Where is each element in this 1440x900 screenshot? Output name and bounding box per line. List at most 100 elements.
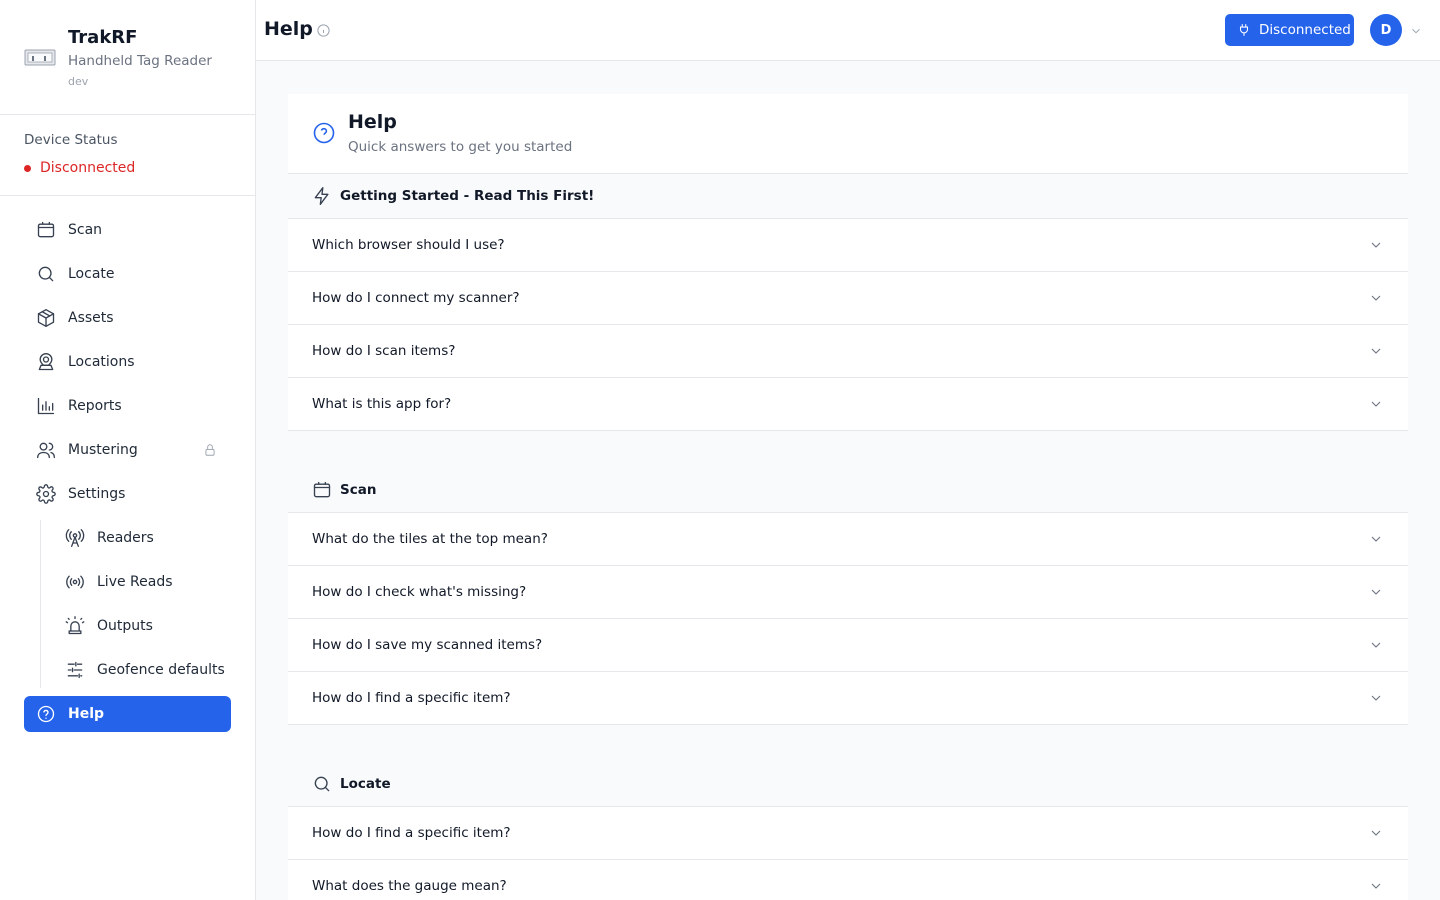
brand: TrakRF Handheld Tag Reader dev <box>0 0 255 115</box>
map-pin-icon <box>36 352 56 372</box>
search-icon <box>36 264 56 284</box>
nav-item-reports[interactable]: Reports <box>24 388 231 424</box>
faq-item[interactable]: How do I find a specific item? <box>288 807 1408 860</box>
nav-item-label: Scan <box>68 222 103 238</box>
section-header-scan: Scan <box>288 468 1408 513</box>
faq-question: How do I find a specific item? <box>312 825 511 841</box>
nav-item-label: Settings <box>68 486 126 502</box>
page-title: Help <box>264 18 313 40</box>
search-icon <box>312 774 332 794</box>
app-logo-icon <box>24 46 56 70</box>
sidebar: TrakRF Handheld Tag Reader dev Device St… <box>0 0 256 900</box>
chevron-down-icon <box>1368 637 1384 653</box>
faq-item[interactable]: How do I connect my scanner? <box>288 272 1408 325</box>
chevron-down-icon <box>1368 396 1384 412</box>
faq-question: What do the tiles at the top mean? <box>312 531 548 547</box>
nav-item-outputs[interactable]: Outputs <box>24 608 231 644</box>
section-header-locate: Locate <box>288 762 1408 807</box>
nav-item-readers[interactable]: Readers <box>24 520 231 556</box>
nav-item-label: Outputs <box>97 618 153 634</box>
sliders-icon <box>65 660 85 680</box>
nav-item-assets[interactable]: Assets <box>24 300 231 336</box>
section-title: Locate <box>340 776 391 792</box>
plug-icon <box>1239 24 1249 36</box>
nav-item-geofence-defaults[interactable]: Geofence defaults <box>24 652 231 688</box>
device-status-panel <box>0 115 255 196</box>
top-header: Help Disconnected D <box>256 0 1440 61</box>
nav-item-label: Locate <box>68 266 115 282</box>
nav-item-label: Mustering <box>68 442 138 458</box>
help-card-header: Help Quick answers to get you started <box>288 94 1408 174</box>
section-title: Getting Started - Read This First! <box>340 188 595 204</box>
help-circle-icon <box>312 121 336 145</box>
nav-item-settings[interactable]: Settings <box>24 476 231 512</box>
nav-item-label: Assets <box>68 310 114 326</box>
scan-icon <box>36 220 56 240</box>
nav-item-locations[interactable]: Locations <box>24 344 231 380</box>
device-status-value: Disconnected <box>40 160 136 176</box>
nav-item-label: Locations <box>68 354 135 370</box>
status-dot <box>24 164 31 172</box>
app-subtitle: Handheld Tag Reader <box>68 53 212 69</box>
device-status-label: Device Status <box>24 132 118 148</box>
lock-icon <box>203 442 219 458</box>
section-title: Scan <box>340 482 377 498</box>
faq-item[interactable]: How do I scan items? <box>288 325 1408 378</box>
chevron-down-icon[interactable] <box>1409 23 1423 37</box>
broadcast-icon <box>65 572 85 592</box>
zap-icon <box>312 186 332 206</box>
faq-question: How do I find a specific item? <box>312 690 511 706</box>
nav-item-label: Geofence defaults <box>97 662 225 678</box>
faq-question: How do I check what's missing? <box>312 584 527 600</box>
section-spacer <box>288 725 1408 762</box>
faq-question: What is this app for? <box>312 396 452 412</box>
scan-icon <box>312 480 332 500</box>
help-circle-icon <box>36 704 56 724</box>
faq-item[interactable]: How do I find a specific item? <box>288 672 1408 725</box>
help-card: Help Quick answers to get you started Ge… <box>288 94 1408 900</box>
nav-item-live-reads[interactable]: Live Reads <box>24 564 231 600</box>
nav-item-scan[interactable]: Scan <box>24 212 231 248</box>
nav-item-help[interactable]: Help <box>24 696 231 732</box>
chevron-down-icon <box>1368 584 1384 600</box>
faq-item[interactable]: How do I check what's missing? <box>288 566 1408 619</box>
help-title: Help <box>348 111 397 133</box>
faq-item[interactable]: What does the gauge mean? <box>288 860 1408 900</box>
box-icon <box>36 308 56 328</box>
chevron-down-icon <box>1368 531 1384 547</box>
connect-button[interactable]: Disconnected <box>1225 14 1354 46</box>
gear-icon <box>36 484 56 504</box>
chevron-down-icon <box>1368 237 1384 253</box>
nav-item-label: Help <box>68 706 105 722</box>
faq-item[interactable]: How do I save my scanned items? <box>288 619 1408 672</box>
nav-item-mustering[interactable]: Mustering <box>24 432 231 468</box>
avatar[interactable]: D <box>1370 14 1402 46</box>
faq-question: What does the gauge mean? <box>312 878 507 894</box>
nav-item-label: Reports <box>68 398 122 414</box>
section-spacer <box>288 431 1408 468</box>
nav-item-locate[interactable]: Locate <box>24 256 231 292</box>
faq-question: How do I save my scanned items? <box>312 637 543 653</box>
faq-question: How do I scan items? <box>312 343 456 359</box>
connect-button-label: Disconnected <box>1259 22 1351 38</box>
siren-icon <box>65 616 85 636</box>
app-name: TrakRF <box>68 27 138 48</box>
info-icon[interactable] <box>316 23 331 38</box>
faq-question: How do I connect my scanner? <box>312 290 520 306</box>
faq-item[interactable]: What is this app for? <box>288 378 1408 431</box>
antenna-icon <box>65 528 85 548</box>
users-icon <box>36 440 56 460</box>
chevron-down-icon <box>1368 878 1384 894</box>
faq-item[interactable]: What do the tiles at the top mean? <box>288 513 1408 566</box>
nav-item-label: Readers <box>97 530 154 546</box>
faq-question: Which browser should I use? <box>312 237 505 253</box>
chevron-down-icon <box>1368 690 1384 706</box>
bar-chart-icon <box>36 396 56 416</box>
chevron-down-icon <box>1368 825 1384 841</box>
help-subtitle: Quick answers to get you started <box>348 139 573 155</box>
section-header-getting-started: Getting Started - Read This First! <box>288 174 1408 219</box>
faq-item[interactable]: Which browser should I use? <box>288 219 1408 272</box>
nav-item-label: Live Reads <box>97 574 173 590</box>
device-status-indicator: Disconnected <box>24 160 135 176</box>
chevron-down-icon <box>1368 290 1384 306</box>
